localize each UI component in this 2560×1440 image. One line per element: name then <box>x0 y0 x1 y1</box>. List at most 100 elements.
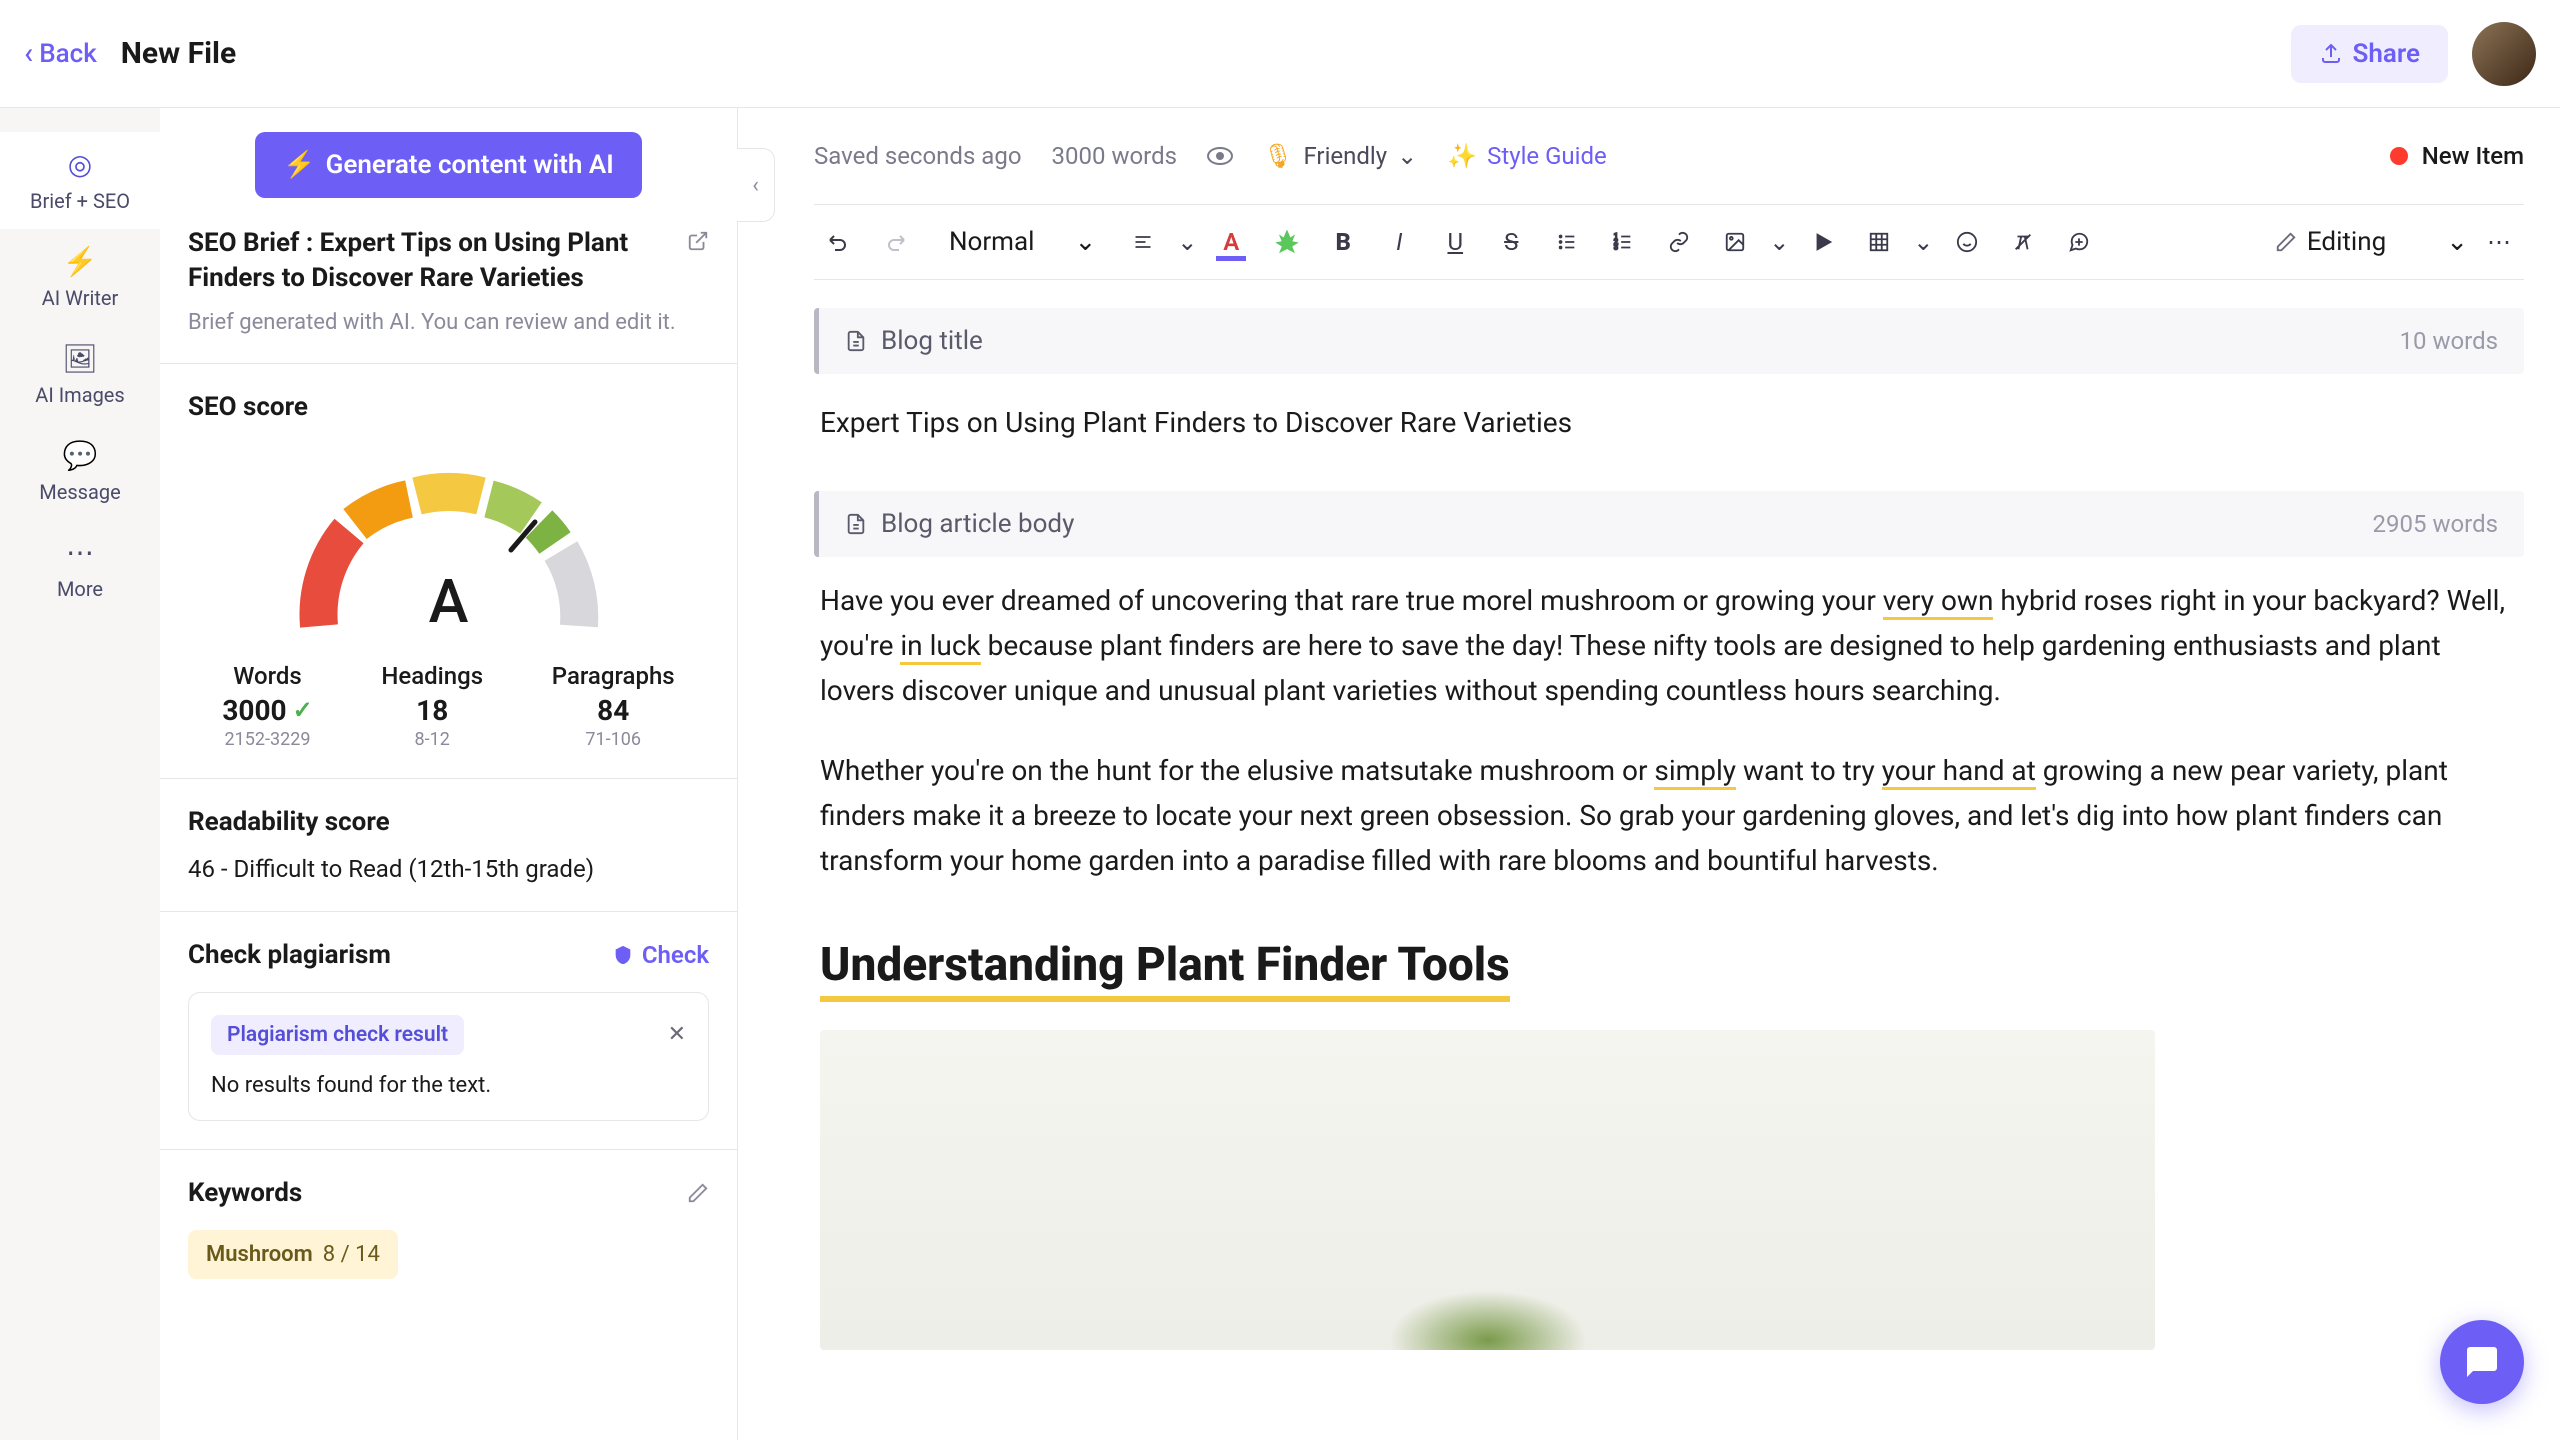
chevron-left-icon: ‹ <box>752 173 759 198</box>
seo-score-section: SEO score A Words <box>160 363 737 778</box>
edit-icon[interactable] <box>687 1182 709 1204</box>
nav-label: More <box>57 577 103 601</box>
editing-mode-select[interactable]: Editing ⌄ <box>2275 227 2468 257</box>
align-dropdown[interactable]: ⌄ <box>1174 217 1200 267</box>
back-button[interactable]: ‹ Back <box>24 36 97 71</box>
bolt-icon: ⚡ <box>283 150 315 180</box>
underline-button[interactable]: U <box>1430 217 1480 267</box>
more-button[interactable]: ⋯ <box>2474 217 2524 267</box>
video-button[interactable] <box>1798 217 1848 267</box>
image-button[interactable] <box>1710 217 1760 267</box>
check-plagiarism-button[interactable]: Check <box>612 941 709 969</box>
plagiarism-result-text: No results found for the text. <box>211 1073 686 1098</box>
comment-button[interactable] <box>2054 217 2104 267</box>
undo-button[interactable] <box>814 217 864 267</box>
format-select[interactable]: Normal ⌄ <box>933 227 1112 257</box>
italic-button[interactable]: I <box>1374 217 1424 267</box>
block-word-count: 10 words <box>2400 327 2498 355</box>
collapse-sidebar-button[interactable]: ‹ <box>737 148 775 222</box>
bold-button[interactable]: B <box>1318 217 1368 267</box>
align-button[interactable] <box>1118 217 1168 267</box>
text-color-button[interactable]: A <box>1206 217 1256 267</box>
plagiarism-section: Check plagiarism Check Plagiarism check … <box>160 911 737 1149</box>
paragraph[interactable]: Whether you're on the hunt for the elusi… <box>820 749 2518 883</box>
help-bubble[interactable] <box>2440 1320 2524 1404</box>
sparkle-icon: ✨ <box>1447 142 1477 170</box>
status-indicator[interactable]: New Item <box>2390 142 2524 170</box>
block-label: Blog article body <box>881 509 1074 539</box>
keyword-chip[interactable]: Mushroom 8 / 14 <box>188 1230 398 1279</box>
editor-content[interactable]: Blog title 10 words Expert Tips on Using… <box>814 280 2524 1440</box>
seo-score-title: SEO score <box>188 392 709 422</box>
readability-section: Readability score 46 - Difficult to Read… <box>160 778 737 911</box>
image-dropdown[interactable]: ⌄ <box>1766 217 1792 267</box>
dots-icon: ⋯ <box>66 536 94 569</box>
mic-icon: 🎙 <box>1263 142 1293 170</box>
avatar[interactable] <box>2472 22 2536 86</box>
article-image[interactable] <box>820 1030 2155 1350</box>
bolt-icon: ⚡ <box>63 245 98 278</box>
check-icon: ✓ <box>293 696 313 724</box>
stat-label: Words <box>222 662 312 690</box>
body-block-header: Blog article body 2905 words <box>814 491 2524 557</box>
nav-label: Message <box>39 480 120 504</box>
clear-format-button[interactable] <box>1998 217 2048 267</box>
tone-label: Friendly <box>1303 142 1387 170</box>
nav-ai-writer[interactable]: ⚡ AI Writer <box>0 229 160 326</box>
stat-words: Words 3000 ✓ 2152-3229 <box>222 662 312 750</box>
share-label: Share <box>2353 39 2420 69</box>
eye-icon[interactable] <box>1207 147 1233 165</box>
highlight: in luck <box>900 629 980 665</box>
nav-more[interactable]: ⋯ More <box>0 520 160 617</box>
message-icon: 💬 <box>63 439 98 472</box>
stat-range: 2152-3229 <box>222 729 312 750</box>
file-title[interactable]: New File <box>121 36 236 71</box>
highlight: your hand at <box>1882 754 2036 790</box>
brief-subtitle: Brief generated with AI. You can review … <box>188 308 709 339</box>
highlight: very own <box>1883 584 1994 620</box>
stat-label: Headings <box>381 662 483 690</box>
back-label: Back <box>39 39 97 69</box>
stat-value: 3000 <box>222 694 286 727</box>
gauge-letter: A <box>429 566 469 637</box>
numbered-list-button[interactable]: 123 <box>1598 217 1648 267</box>
strikethrough-button[interactable]: S <box>1486 217 1536 267</box>
nav-label: Brief + SEO <box>30 189 130 213</box>
nav-label: AI Images <box>35 383 124 407</box>
external-link-icon[interactable] <box>687 230 709 252</box>
word-count: 3000 words <box>1052 142 1177 170</box>
bullet-list-button[interactable] <box>1542 217 1592 267</box>
format-label: Normal <box>949 227 1034 257</box>
highlight-button[interactable] <box>1262 217 1312 267</box>
status-dot-icon <box>2390 147 2408 165</box>
nav-message[interactable]: 💬 Message <box>0 423 160 520</box>
nav-brief-seo[interactable]: ◎ Brief + SEO <box>0 132 160 229</box>
readability-title: Readability score <box>188 807 709 837</box>
style-guide-label: Style Guide <box>1487 142 1607 170</box>
nav-ai-images[interactable]: 🖼 AI Images <box>0 326 160 423</box>
readability-text: 46 - Difficult to Read (12th-15th grade) <box>188 855 709 883</box>
heading-2[interactable]: Understanding Plant Finder Tools <box>820 938 1510 1002</box>
emoji-button[interactable] <box>1942 217 1992 267</box>
keywords-section: Keywords Mushroom 8 / 14 <box>160 1149 737 1307</box>
generate-label: Generate content with AI <box>326 150 614 180</box>
svg-text:3: 3 <box>1614 242 1618 251</box>
editor-pane: Saved seconds ago 3000 words 🎙 Friendly … <box>778 108 2560 1440</box>
share-button[interactable]: Share <box>2291 25 2448 83</box>
generate-content-button[interactable]: ⚡ Generate content with AI <box>255 132 641 198</box>
table-dropdown[interactable]: ⌄ <box>1910 217 1936 267</box>
blog-title-text[interactable]: Expert Tips on Using Plant Finders to Di… <box>814 374 2524 491</box>
table-button[interactable] <box>1854 217 1904 267</box>
plagiarism-result-box: Plagiarism check result ✕ No results fou… <box>188 992 709 1121</box>
keyword-name: Mushroom <box>206 1242 313 1267</box>
keyword-count: 8 / 14 <box>323 1242 380 1267</box>
brief-title: SEO Brief : Expert Tips on Using Plant F… <box>188 226 677 296</box>
paragraph[interactable]: Have you ever dreamed of uncovering that… <box>820 579 2518 713</box>
plagiarism-badge: Plagiarism check result <box>211 1015 464 1055</box>
style-guide-button[interactable]: ✨ Style Guide <box>1447 142 1607 170</box>
redo-button[interactable] <box>870 217 920 267</box>
toolbar: Normal ⌄ ⌄ A B I U S 123 ⌄ ⌄ Editing ⌄ <box>814 204 2524 280</box>
tone-selector[interactable]: 🎙 Friendly ⌄ <box>1263 142 1417 170</box>
link-button[interactable] <box>1654 217 1704 267</box>
close-icon[interactable]: ✕ <box>668 1022 686 1047</box>
